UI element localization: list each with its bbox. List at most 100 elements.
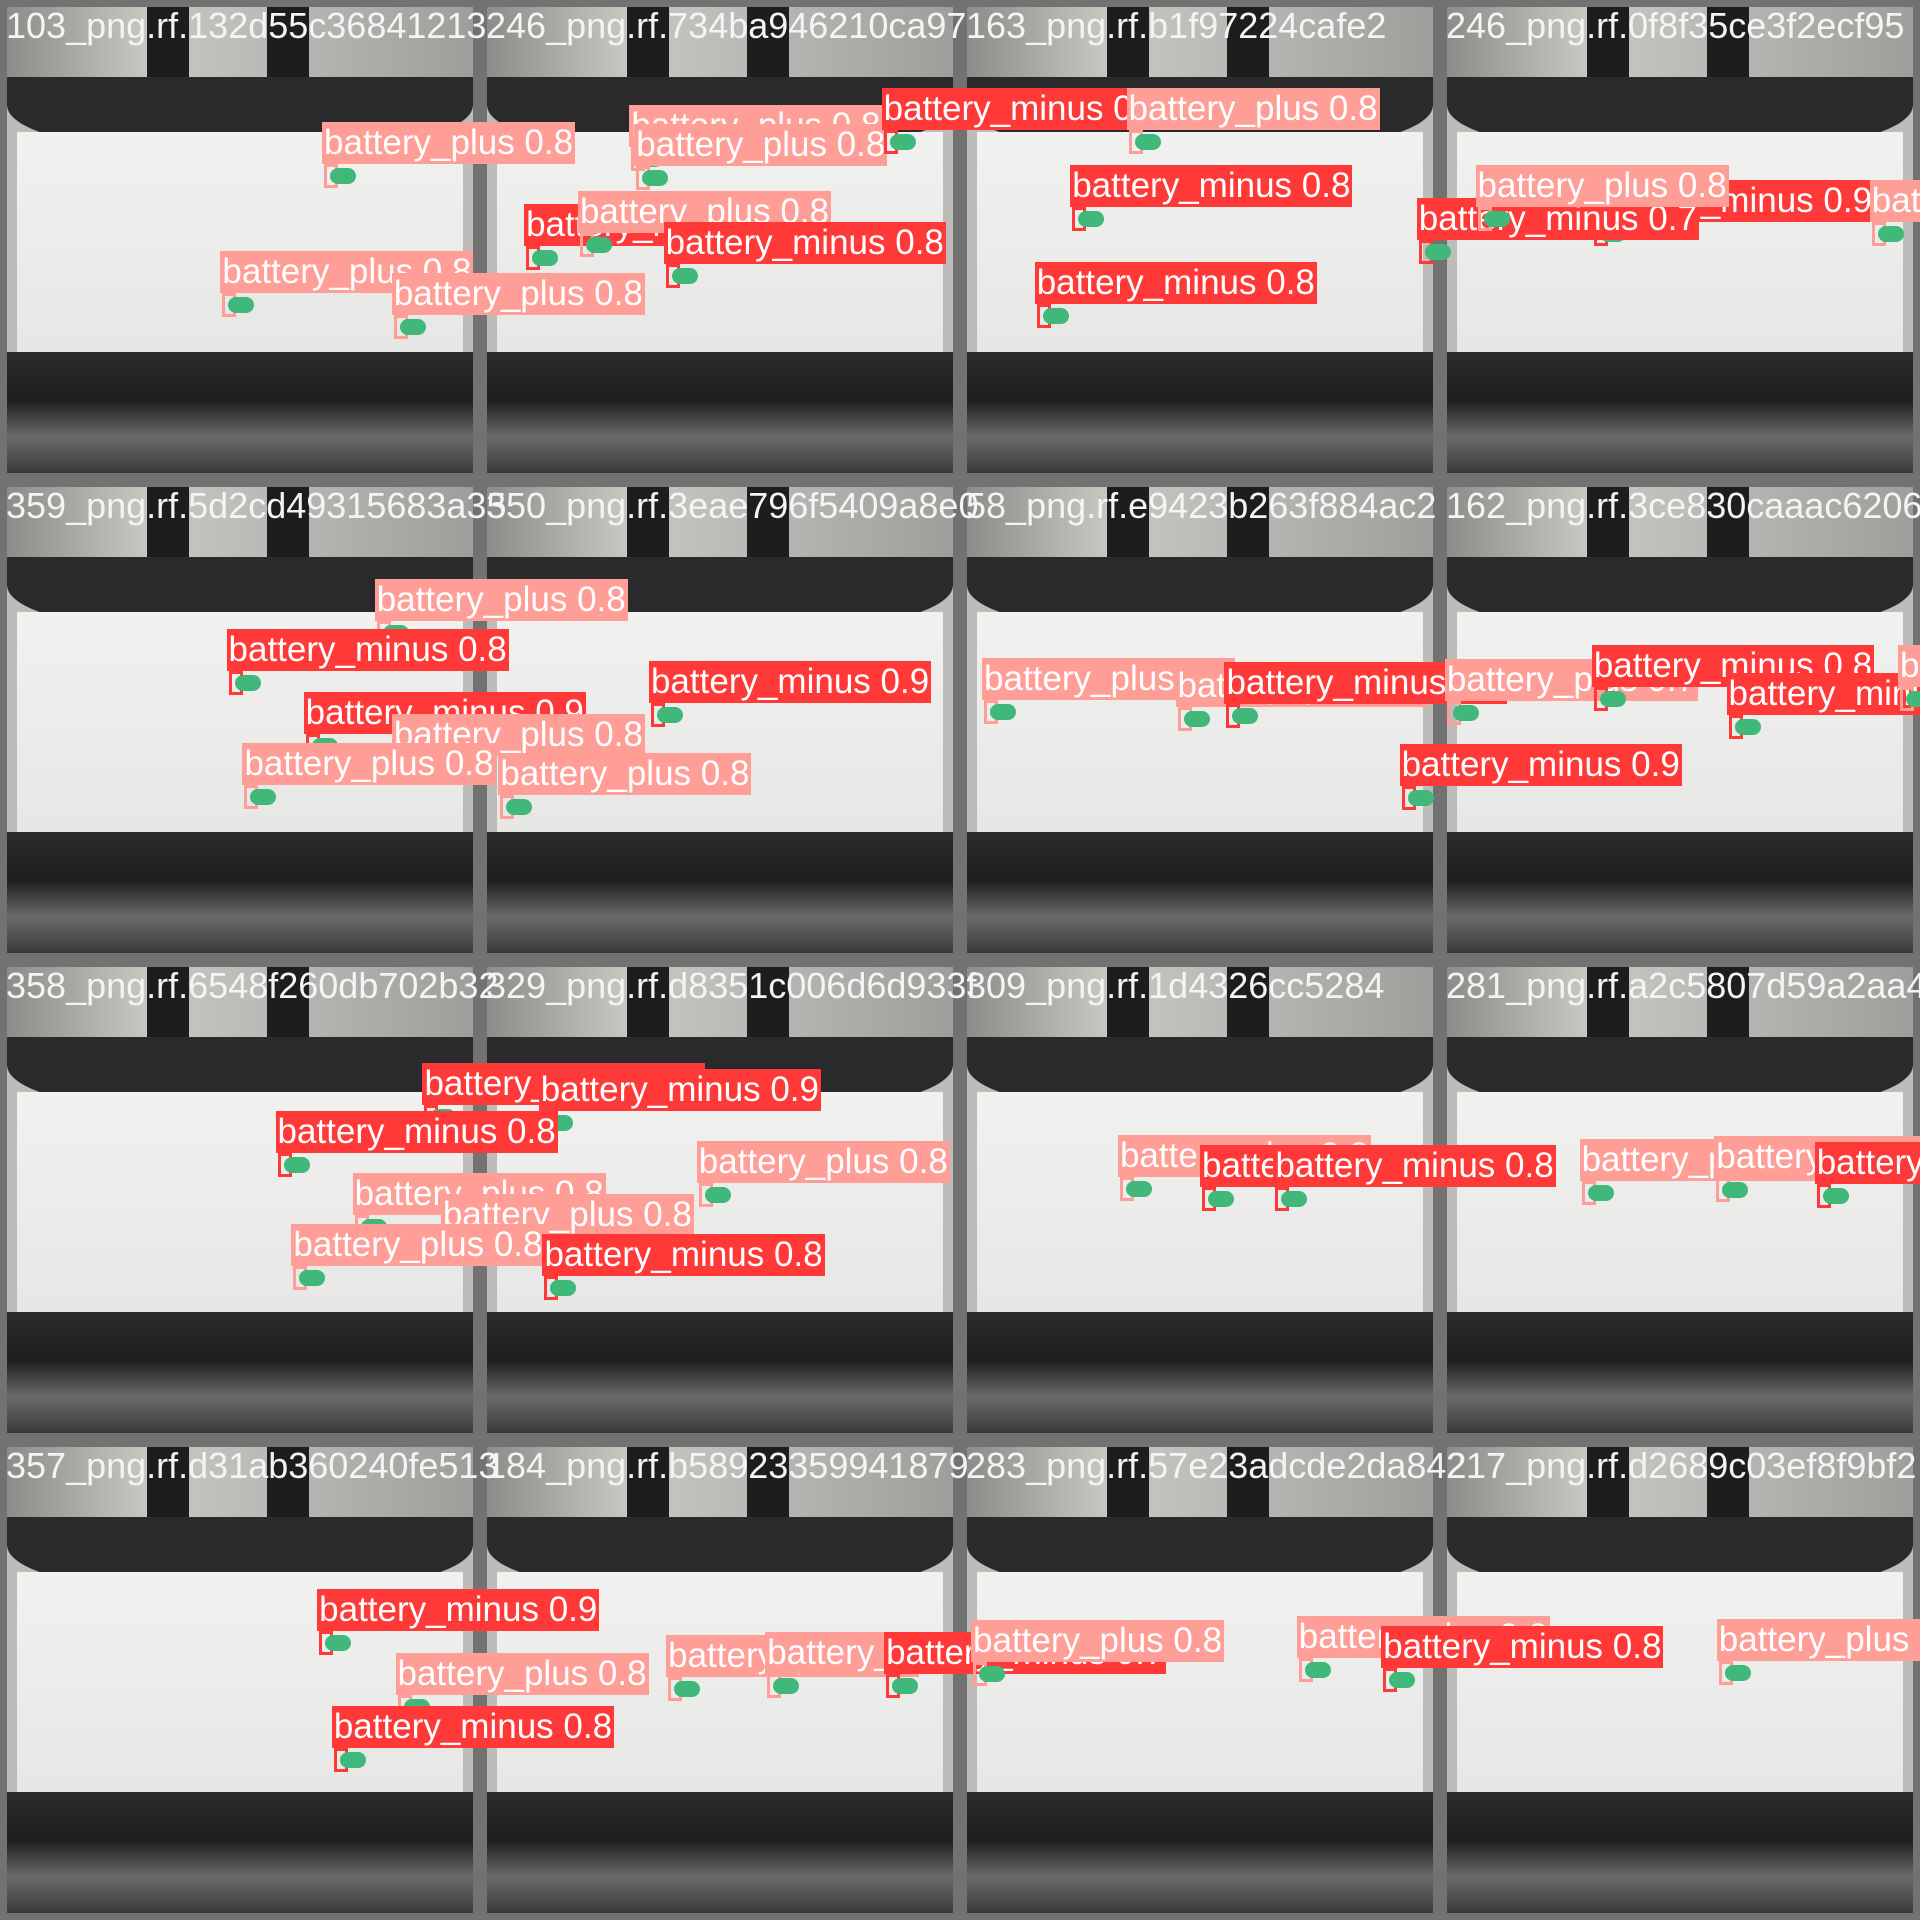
detection-label: battery_plus 0.8: [395, 1653, 649, 1696]
detection-label: battery_minus 0.8: [226, 629, 509, 672]
tile-filename: 163_png.rf.b1f97224cafe2: [966, 5, 1387, 46]
detection-label: battery_plus 0.8: [374, 579, 628, 622]
battery-object: [399, 319, 426, 336]
detection-label: battery_plus 0.8: [634, 123, 888, 166]
image-tile: [967, 967, 1433, 1433]
tile-filename: 350_png.rf.3eae796f5409a8e0: [486, 485, 979, 526]
battery-object: [1424, 244, 1451, 261]
tile-filename: 309_png.rf.1d4326cc5284: [966, 965, 1385, 1006]
detection-label: battery_plus 0.8: [498, 753, 752, 796]
battery-object: [330, 168, 357, 185]
battery-object: [1232, 708, 1259, 725]
battery-object: [656, 707, 683, 724]
detection-label: battery_minus 0.9: [648, 661, 932, 704]
conveyor-belt: [977, 1572, 1423, 1802]
tile-filename: 103_png.rf.132d55c36841213: [6, 5, 487, 46]
battery-object: [979, 1666, 1006, 1682]
battery-object: [1183, 710, 1210, 727]
detection-label: battery_minus 0.8: [1070, 165, 1353, 208]
battery-object: [1734, 719, 1761, 736]
battery-object: [1407, 790, 1434, 807]
battery-object: [1125, 1181, 1152, 1198]
battery-object: [704, 1187, 731, 1204]
detection-label: battery_plus 0.8: [1475, 165, 1729, 208]
tile-filename: 329_png.rf.d8351c006d6d933f: [486, 965, 977, 1006]
image-tile: [967, 7, 1433, 473]
battery-object: [1722, 1182, 1749, 1199]
tile-filename: 358_png.rf.6548f260db702b32: [6, 965, 499, 1006]
conveyor-base: [487, 352, 953, 473]
detection-label: battery_minus 0.8: [1273, 1144, 1556, 1187]
battery-object: [1389, 1672, 1416, 1689]
tile-filename: 246_png.rf.0f8f35ce3f2ecf95: [1446, 5, 1905, 46]
detection-label: battery_minus 0.8: [881, 88, 1164, 131]
prediction-mosaic: battery_plus 0.8 battery_plus 0.8 battery_…: [0, 0, 1920, 1920]
conveyor-base: [1447, 1312, 1913, 1433]
battery-object: [585, 237, 612, 254]
tile-filename: 217_png.rf.d2689c03ef8f9bf2: [1446, 1445, 1917, 1486]
battery-object: [671, 267, 698, 284]
tile-filename: 246_png.rf.734ba946210ca97: [486, 5, 967, 46]
tile-filename: 184_png.rf.b58923359941879: [486, 1445, 969, 1486]
tile-filename: 58_png.rf.e9423b263f884ac2: [966, 485, 1437, 526]
battery-object: [642, 169, 669, 186]
battery-object: [1483, 211, 1510, 228]
detection-label: battery_plus 0.8: [1897, 645, 1920, 688]
tile-filename: 283_png.rf.57e23adcde2da842: [966, 1445, 1467, 1486]
conveyor-base: [967, 352, 1433, 473]
battery-object: [990, 703, 1017, 720]
conveyor-base: [1447, 832, 1913, 953]
battery-object: [1304, 1662, 1331, 1679]
battery-object: [1078, 211, 1105, 228]
tile-filename: 162_png.rf.3ce830caaac6206f: [1446, 485, 1920, 526]
detection-label: battery_plus 0.8: [971, 1620, 1225, 1662]
tile-filename: 357_png.rf.d31ab360240fe513: [6, 1445, 499, 1486]
detection-label: battery_minus 0.9: [1399, 744, 1682, 787]
image-tile: [1447, 1447, 1913, 1913]
detection-label: battery_plus 0.8: [696, 1141, 950, 1184]
battery-object: [674, 1680, 701, 1697]
conveyor-base: [487, 1792, 953, 1913]
conveyor-base: [1447, 1792, 1913, 1913]
detection-label: battery_minus 0.8: [1034, 262, 1317, 305]
battery-object: [1599, 691, 1626, 708]
detection-label: battery_plus 0.8: [1869, 180, 1920, 222]
detection-label: battery_plus 0.8: [291, 1224, 545, 1267]
battery-object: [1724, 1664, 1751, 1681]
detection-label: battery_plus 0.8: [391, 273, 645, 316]
conveyor-base: [487, 832, 953, 953]
detection-label: battery_plus 0.8: [242, 743, 496, 786]
conveyor-base: [967, 1792, 1433, 1913]
detection-label: battery_minus 0.8: [542, 1234, 825, 1277]
detection-label: battery_minus 0.8: [663, 221, 946, 264]
battery-object: [1208, 1190, 1234, 1207]
detection-label: battery_minus 0.9: [1814, 1142, 1920, 1185]
battery-object: [1822, 1188, 1849, 1205]
detection-label: battery_minus 0.9: [538, 1068, 821, 1111]
battery-object: [228, 297, 255, 314]
battery-object: [250, 789, 277, 806]
conveyor-belt: [977, 1092, 1423, 1322]
conveyor-base: [7, 832, 473, 953]
detection-label: battery_minus 0.8: [1726, 673, 1920, 716]
conveyor-base: [7, 352, 473, 473]
conveyor-belt: [977, 612, 1423, 842]
battery-object: [299, 1270, 326, 1287]
battery-object: [339, 1751, 366, 1768]
conveyor-base: [967, 1312, 1433, 1433]
image-tile: [1447, 487, 1913, 953]
battery-object: [325, 1635, 352, 1652]
battery-object: [889, 134, 916, 151]
detection-label: battery_minus 0.8: [275, 1110, 558, 1153]
conveyor-base: [1447, 352, 1913, 473]
detection-label: battery_minus 0.8: [1381, 1626, 1664, 1669]
detection-label: battery_minus 0.9: [317, 1589, 600, 1632]
conveyor-belt: [1457, 1572, 1903, 1802]
battery-object: [1452, 704, 1479, 721]
detection-label: battery_plus 0.8: [1716, 1618, 1920, 1661]
tile-filename: 359_png.rf.5d2cd49315683a35: [6, 485, 507, 526]
battery-object: [773, 1678, 800, 1695]
battery-object: [1281, 1190, 1308, 1207]
battery-object: [1877, 226, 1904, 242]
conveyor-base: [967, 832, 1433, 953]
